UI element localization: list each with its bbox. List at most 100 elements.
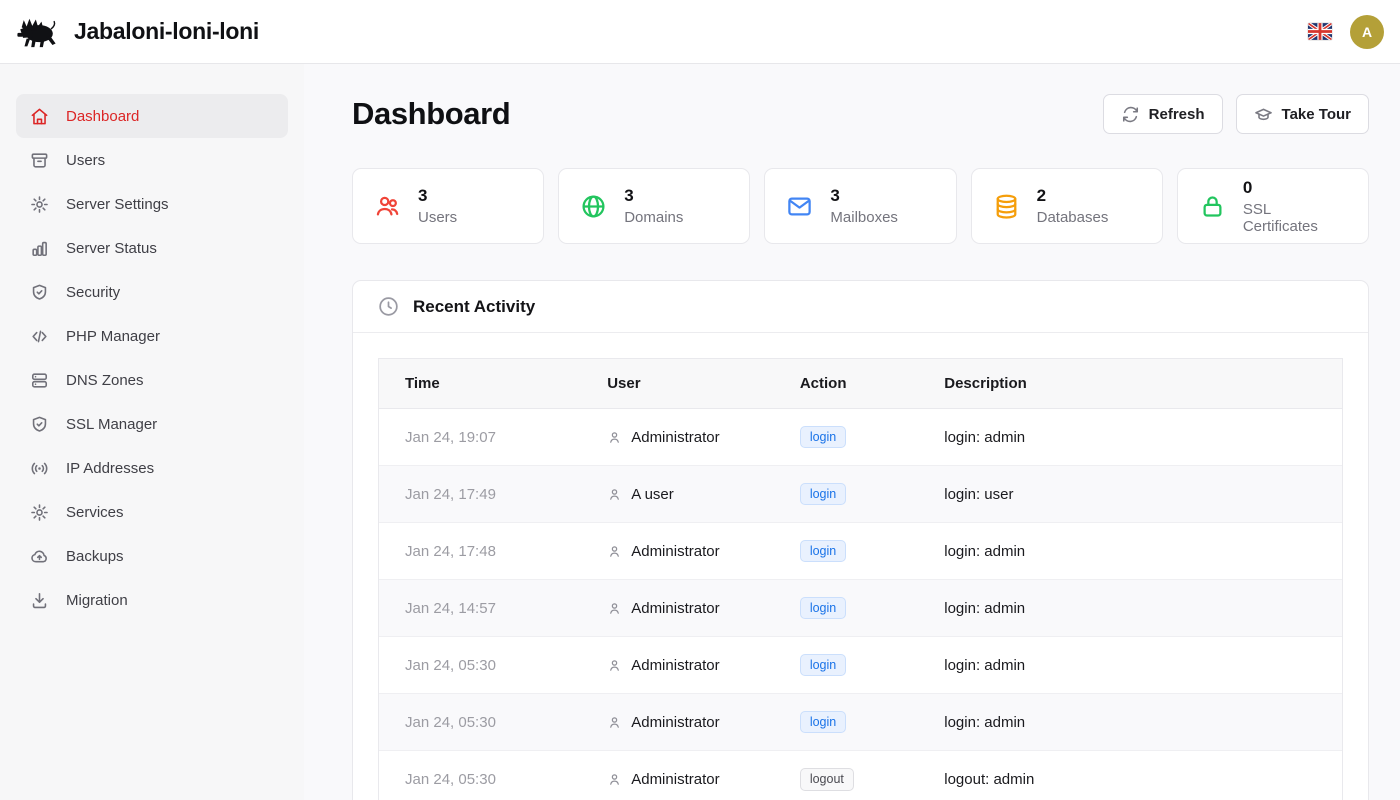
- sidebar-item-label: Server Status: [66, 240, 157, 257]
- activity-user: Administrator: [607, 657, 748, 674]
- activity-time: Jan 24, 19:07: [379, 409, 581, 466]
- activity-row: Jan 24, 19:07 Administrator login login: ad…: [379, 409, 1342, 466]
- take-tour-button-label: Take Tour: [1282, 106, 1351, 123]
- brand[interactable]: Jabaloni-loni-loni: [16, 15, 259, 48]
- stat-card-ssl-certificates: 0SSL Certificates: [1177, 168, 1369, 244]
- sidebar-item-label: Server Settings: [66, 196, 169, 213]
- activity-rows: Jan 24, 19:07 Administrator login login: ad…: [379, 409, 1342, 800]
- database-icon: [993, 193, 1020, 220]
- activity-user-name: Administrator: [631, 429, 719, 446]
- sidebar-item-services[interactable]: Services: [16, 490, 288, 534]
- sidebar-item-label: Migration: [66, 592, 128, 609]
- code-icon: [30, 327, 49, 346]
- sidebar-item-users[interactable]: Users: [16, 138, 288, 182]
- sidebar-item-php-manager[interactable]: PHP Manager: [16, 314, 288, 358]
- activity-description: logout: admin: [918, 751, 1342, 800]
- action-badge: login: [800, 426, 846, 449]
- activity-description: login: admin: [918, 637, 1342, 694]
- page-head: Dashboard Refresh: [352, 94, 1369, 134]
- header-right: A: [1308, 15, 1384, 49]
- sidebar-item-server-settings[interactable]: Server Settings: [16, 182, 288, 226]
- activity-user-name: Administrator: [631, 600, 719, 617]
- app-header: Jabaloni-loni-loni A: [0, 0, 1400, 64]
- uk-flag-icon[interactable]: [1308, 23, 1332, 40]
- activity-user: A user: [607, 486, 748, 503]
- activity-title: Recent Activity: [413, 297, 535, 317]
- home-icon: [30, 107, 49, 126]
- download-icon: [30, 591, 49, 610]
- activity-time: Jan 24, 05:30: [379, 694, 581, 751]
- gear-icon: [30, 195, 49, 214]
- stat-card-databases: 2Databases: [971, 168, 1163, 244]
- activity-user-name: Administrator: [631, 657, 719, 674]
- stat-text: 3Domains: [624, 186, 683, 226]
- activity-user: Administrator: [607, 429, 748, 446]
- activity-time: Jan 24, 05:30: [379, 637, 581, 694]
- main-content[interactable]: Dashboard Refresh: [304, 64, 1400, 800]
- server-icon: [30, 371, 49, 390]
- sidebar-item-ip-addresses[interactable]: IP Addresses: [16, 446, 288, 490]
- avatar-initial: A: [1362, 24, 1372, 40]
- user-icon: [607, 601, 622, 616]
- toolbar: Refresh Take Tour: [1103, 94, 1369, 134]
- sidebar-item-security[interactable]: Security: [16, 270, 288, 314]
- stat-card-users: 3Users: [352, 168, 544, 244]
- lock-icon: [1199, 193, 1226, 220]
- page-title: Dashboard: [352, 96, 510, 132]
- sidebar-item-dashboard[interactable]: Dashboard: [16, 94, 288, 138]
- stat-label: SSL Certificates: [1243, 201, 1347, 235]
- activity-row: Jan 24, 14:57Administratorloginlogin: ad…: [379, 580, 1342, 637]
- sidebar-item-dns-zones[interactable]: DNS Zones: [16, 358, 288, 402]
- activity-row: Jan 24, 05:30Administratorlogoutlogout: …: [379, 751, 1342, 800]
- bar-chart-icon: [30, 239, 49, 258]
- stat-label: Mailboxes: [830, 209, 898, 226]
- sidebar-item-ssl-manager[interactable]: SSL Manager: [16, 402, 288, 446]
- sidebar: DashboardUsers Server Settings Server Stat…: [0, 64, 304, 800]
- activity-user-name: Administrator: [631, 543, 719, 560]
- sidebar-nav: DashboardUsers Server Settings Server Stat…: [16, 94, 288, 622]
- sidebar-item-backups[interactable]: Backups: [16, 534, 288, 578]
- stat-value: 3: [830, 186, 898, 206]
- col-time: Time: [379, 359, 581, 409]
- cloud-upload-icon: [30, 547, 49, 566]
- user-icon: [607, 715, 622, 730]
- avatar[interactable]: A: [1350, 15, 1384, 49]
- action-badge: login: [800, 597, 846, 620]
- archive-icon: [30, 151, 49, 170]
- user-icon: [607, 430, 622, 445]
- activity-user-name: Administrator: [631, 714, 719, 731]
- activity-description: login: admin: [918, 409, 1342, 466]
- action-badge: login: [800, 654, 846, 677]
- sidebar-item-label: PHP Manager: [66, 328, 160, 345]
- stat-card-domains: 3Domains: [558, 168, 750, 244]
- recent-activity-card: Recent Activity Time User Action Descrip…: [352, 280, 1369, 800]
- stats-row: 3Users 3Domains 3 Mailboxes 2Databases0SSL C…: [352, 168, 1369, 244]
- col-action: Action: [774, 359, 918, 409]
- activity-body: Time User Action Description Jan 24, 19:…: [353, 333, 1368, 800]
- sidebar-item-server-status[interactable]: Server Status: [16, 226, 288, 270]
- user-icon: [607, 487, 622, 502]
- activity-user: Administrator: [607, 543, 748, 560]
- shield-check-icon: [30, 415, 49, 434]
- boar-logo-icon: [16, 15, 62, 48]
- action-badge: login: [800, 711, 846, 734]
- activity-description: login: admin: [918, 580, 1342, 637]
- refresh-button[interactable]: Refresh: [1103, 94, 1223, 134]
- users-icon: [374, 193, 401, 220]
- graduation-cap-icon: [1254, 105, 1273, 124]
- user-icon: [607, 544, 622, 559]
- refresh-button-label: Refresh: [1149, 106, 1205, 123]
- stat-card-mailboxes: 3 Mailboxes: [764, 168, 956, 244]
- activity-user-name: A user: [631, 486, 674, 503]
- sidebar-item-migration[interactable]: Migration: [16, 578, 288, 622]
- col-user: User: [581, 359, 774, 409]
- activity-time: Jan 24, 17:48: [379, 523, 581, 580]
- sidebar-item-label: Backups: [66, 548, 124, 565]
- take-tour-button[interactable]: Take Tour: [1236, 94, 1369, 134]
- activity-user: Administrator: [607, 600, 748, 617]
- app-root: Jabaloni-loni-loni A DashboardUsersServe…: [0, 0, 1400, 800]
- activity-description: login: user: [918, 466, 1342, 523]
- mail-icon: [786, 193, 813, 220]
- activity-row: Jan 24, 17:48Administratorloginlogin: ad…: [379, 523, 1342, 580]
- table-header-row: Time User Action Description: [379, 359, 1342, 409]
